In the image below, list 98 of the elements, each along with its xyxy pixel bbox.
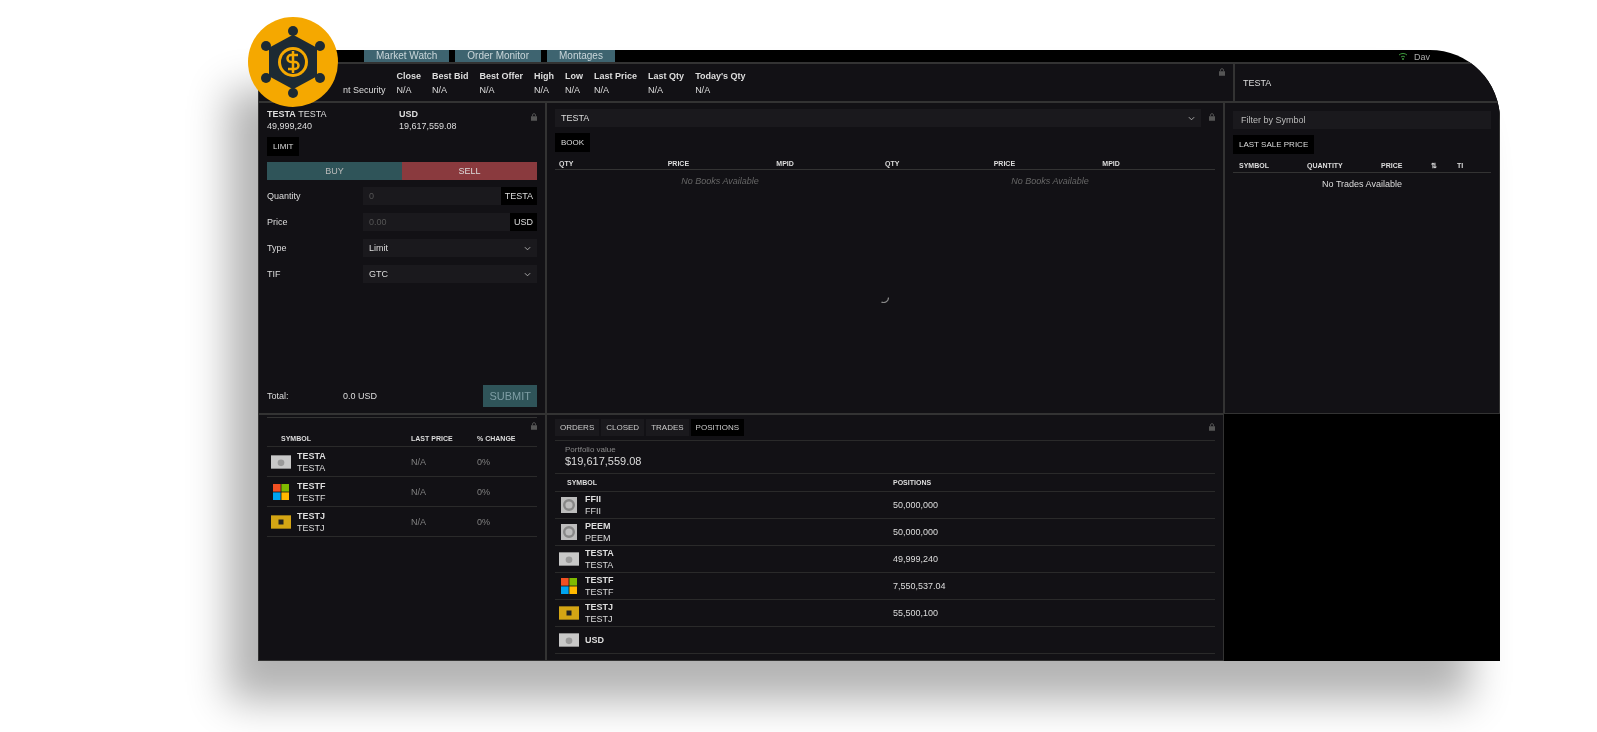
symbol-text: USD [585, 635, 604, 645]
lock-icon [1219, 68, 1225, 76]
symbol-select[interactable]: TESTA [555, 109, 1201, 127]
holding-amount: 49,999,240 [267, 121, 314, 131]
stat-label: Low [565, 70, 584, 81]
sell-button[interactable]: SELL [402, 162, 537, 180]
loading-spinner-icon [881, 296, 889, 303]
stat-value: N/A [565, 84, 582, 95]
stat-value: N/A [396, 84, 413, 95]
last-price-cell-text: N/A [411, 486, 427, 497]
stat-value: N/A [479, 84, 496, 95]
empty-message: No Books Available [680, 176, 760, 186]
name-text: TESTA [585, 559, 614, 570]
book-tab[interactable]: BOOK [555, 133, 591, 152]
change-cell-text: 0% [477, 516, 491, 527]
unit-label: USD [510, 213, 537, 231]
symbol-text: PEEM [585, 520, 611, 531]
limit-tab[interactable]: LIMIT [267, 137, 300, 156]
last-price-cell-text: N/A [411, 456, 427, 467]
ticket-name: TESTA [298, 109, 327, 119]
change-cell-text: 0% [477, 456, 491, 467]
unit-label: TESTA [500, 187, 537, 205]
ring-logo-icon [559, 496, 579, 513]
change-cell-text: 0% [477, 486, 491, 497]
square-logo-icon [559, 604, 579, 621]
position-cell-text: 50,000,000 [893, 499, 940, 510]
square-logo-icon [271, 513, 291, 530]
portfolio-value: $19,617,559.08 [565, 455, 643, 467]
portfolio-tab[interactable]: POSITIONS [690, 419, 745, 436]
stat-label: Best Offer [479, 70, 524, 81]
total-value: 0.0 USD [343, 391, 377, 401]
filter-field[interactable]: Filter by Symbol [1233, 111, 1491, 129]
last-sale-price-tab[interactable]: LAST SALE PRICE [1233, 135, 1315, 154]
stat-label: Close [396, 70, 422, 81]
position-cell-text: 55,500,100 [893, 607, 940, 618]
cash-amount: 19,617,559.08 [399, 121, 458, 131]
name-text: TESTA [297, 462, 326, 473]
stat-label: Today's Qty [695, 70, 746, 81]
empty-message: No Trades Available [1321, 179, 1403, 189]
nav-tab[interactable]: Order Monitor [455, 50, 541, 62]
last-price-cell-text: N/A [411, 516, 427, 527]
stat-label: Best Bid [432, 70, 469, 81]
chevron-down-icon [524, 271, 531, 277]
chevron-down-icon [1188, 115, 1195, 121]
portfolio-tab[interactable]: CLOSED [601, 419, 645, 436]
symbol-label: TESTA [1243, 77, 1272, 88]
stat-value: N/A [534, 84, 551, 95]
position-cell-text: 50,000,000 [893, 526, 940, 537]
nav-tab[interactable]: Montages [547, 50, 615, 62]
lock-icon [1209, 113, 1215, 121]
empty-message: No Books Available [1010, 176, 1090, 186]
name-text: FFII [585, 505, 601, 516]
portfolio-tab[interactable]: ORDERS [555, 419, 600, 436]
lock-icon [531, 422, 537, 430]
symbol-text: FFII [585, 493, 601, 504]
total-label: Total: [267, 391, 290, 401]
field-label: TIF [267, 269, 282, 279]
field-label: Type [267, 243, 288, 253]
field-label: Quantity [267, 191, 302, 201]
security-label: nt Security [343, 84, 386, 95]
name-text: PEEM [585, 532, 611, 543]
symbol-text: TESTF [585, 574, 614, 585]
stat-value: N/A [432, 84, 449, 95]
stat-value: N/A [695, 84, 712, 95]
lock-icon [1209, 423, 1215, 431]
name-text: TESTF [297, 492, 326, 503]
select-field[interactable]: Limit [363, 239, 537, 257]
hexagon-dollar-logo-icon [248, 17, 338, 107]
chevron-down-icon [524, 245, 531, 251]
four-squares-logo-icon [559, 577, 579, 594]
ticket-symbol: TESTA [267, 109, 296, 119]
symbol-text: TESTA [585, 547, 614, 558]
stat-label: Last Price [594, 70, 638, 81]
symbol-text: TESTA [297, 450, 326, 461]
lock-icon [531, 113, 537, 121]
symbol-text: TESTJ [585, 601, 613, 612]
select-field[interactable]: GTC [363, 265, 537, 283]
symbol-text: TESTF [297, 480, 326, 491]
portfolio-value-label: Portfolio value [565, 445, 617, 454]
stat-value: N/A [648, 84, 665, 95]
stat-label: High [534, 70, 555, 81]
name-text: TESTJ [585, 613, 613, 624]
field-label: Price [267, 217, 289, 227]
four-squares-logo-icon [271, 483, 291, 500]
ring-logo-icon [559, 523, 579, 540]
stat-label: Last Qty [648, 70, 685, 81]
wifi-icon [1398, 52, 1408, 60]
name-text: TESTJ [297, 522, 325, 533]
position-cell-text: 7,550,537.04 [893, 580, 947, 591]
position-cell-text: 49,999,240 [893, 553, 940, 564]
portfolio-tab[interactable]: TRADES [646, 419, 689, 436]
user-name: Dav [1414, 52, 1430, 62]
buy-button[interactable]: BUY [267, 162, 402, 180]
currency-label: USD [399, 109, 419, 119]
name-text: TESTF [585, 586, 614, 597]
stat-value: N/A [594, 84, 611, 95]
symbol-text: TESTJ [297, 510, 325, 521]
nav-tab[interactable]: Market Watch [364, 50, 450, 62]
